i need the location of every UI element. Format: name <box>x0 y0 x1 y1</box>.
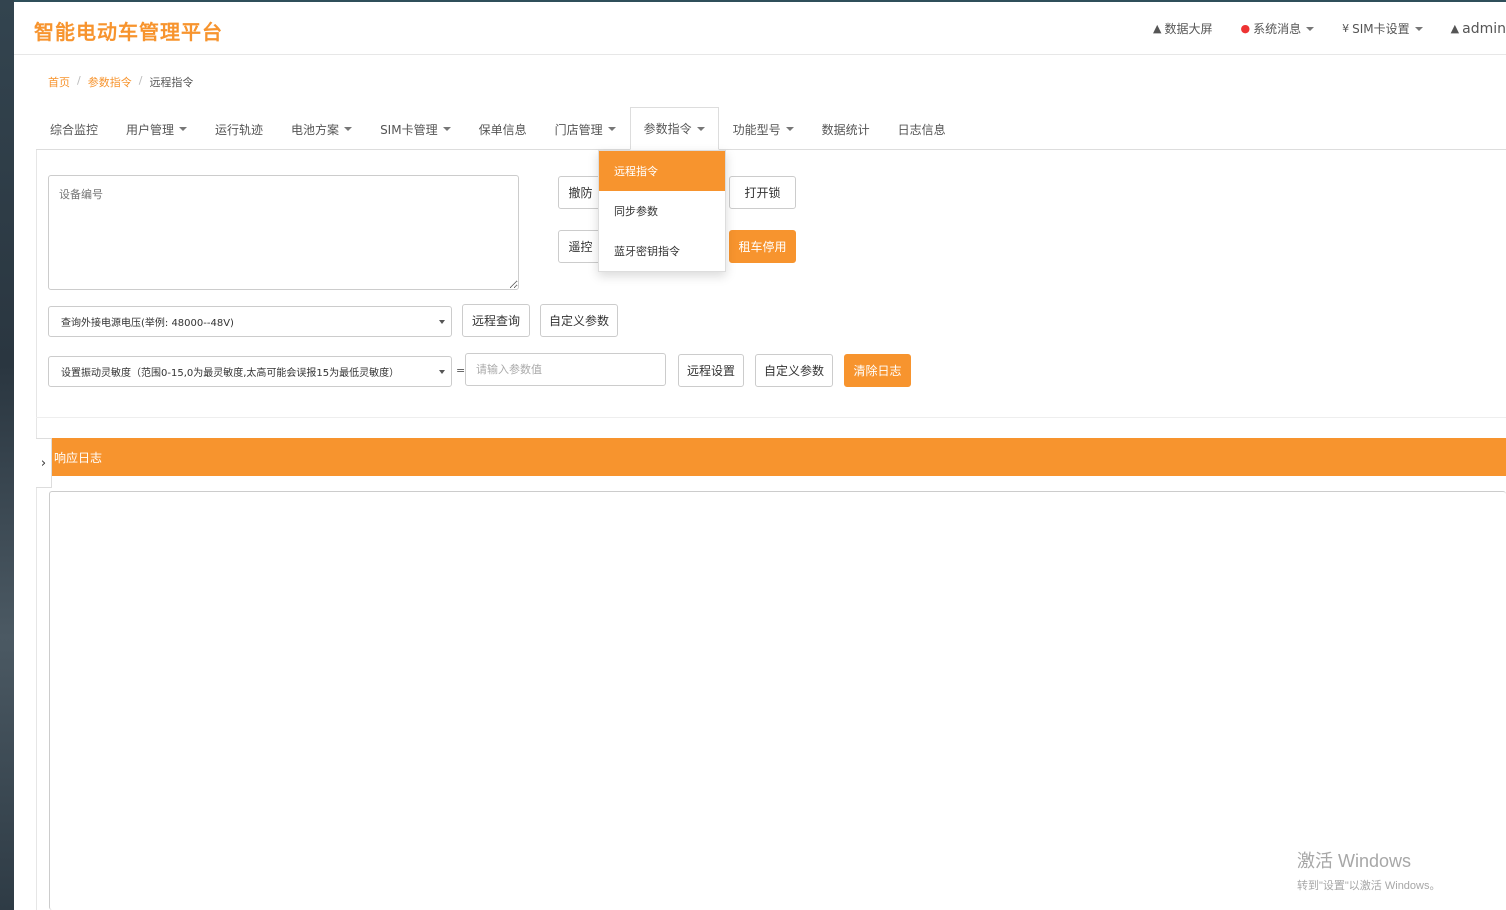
custom-params-button[interactable]: 自定义参数 <box>540 304 618 337</box>
query-param-select[interactable]: 查询外接电源电压(举例: 48000--48V) <box>48 306 452 337</box>
bell-icon: ● <box>1240 22 1251 35</box>
custom-params-button-2[interactable]: 自定义参数 <box>755 354 833 387</box>
response-log-area[interactable] <box>49 491 1506 910</box>
breadcrumb-current: 远程指令 <box>149 76 194 89</box>
chevron-right-icon[interactable]: › <box>36 438 52 488</box>
log-panel-header: 响应日志 <box>36 438 1506 476</box>
tab-models[interactable]: 功能型号 <box>719 107 808 150</box>
chevron-down-icon <box>1414 26 1423 31</box>
user-icon: ▲ <box>1450 22 1460 35</box>
unlock-button[interactable]: 打开锁 <box>729 176 796 209</box>
data-screen-link[interactable]: ▲ 数据大屏 <box>1153 20 1212 37</box>
tab-monitoring[interactable]: 综合监控 <box>36 107 112 150</box>
breadcrumb-separator: / <box>138 74 143 87</box>
chevron-down-icon <box>442 127 451 131</box>
app-title: 智能电动车管理平台 <box>34 20 223 44</box>
system-messages-menu[interactable]: ● 系统消息 <box>1241 20 1315 37</box>
clear-log-button[interactable]: 清除日志 <box>844 354 911 387</box>
app-window: 智能电动车管理平台 ▲ 数据大屏 ● 系统消息 ¥ SIM卡设置 ▲ admin <box>14 0 1506 910</box>
select-caret-icon <box>439 320 445 324</box>
content-left-border <box>36 150 37 910</box>
remote-button[interactable]: 遥控 <box>558 230 603 263</box>
watermark-subtitle: 转到"设置"以激活 Windows。 <box>1297 880 1441 892</box>
remote-set-button[interactable]: 远程设置 <box>678 354 744 387</box>
breadcrumb: 首页 / 参数指令 / 远程指令 <box>48 74 193 90</box>
device-id-textarea[interactable] <box>48 175 519 290</box>
tab-stores[interactable]: 门店管理 <box>541 107 630 150</box>
param-value-input[interactable] <box>465 353 666 386</box>
yen-icon: ¥ <box>1342 22 1350 35</box>
tab-statistics[interactable]: 数据统计 <box>808 107 884 150</box>
dropdown-item-bluetooth-key[interactable]: 蓝牙密钥指令 <box>599 231 725 271</box>
set-param-select[interactable]: 设置振动灵敏度（范围0-15,0为最灵敏度,太高可能会误报15为最低灵敏度） <box>48 356 452 387</box>
select-caret-icon <box>439 370 445 374</box>
top-header: 智能电动车管理平台 ▲ 数据大屏 ● 系统消息 ¥ SIM卡设置 ▲ admin <box>14 2 1506 55</box>
set-param-select-value: 设置振动灵敏度（范围0-15,0为最灵敏度,太高可能会误报15为最低灵敏度） <box>61 368 400 379</box>
dropdown-item-sync-params[interactable]: 同步参数 <box>599 191 725 231</box>
section-divider <box>36 417 1506 418</box>
chart-icon: ▲ <box>1153 22 1162 35</box>
log-panel-title: 响应日志 <box>54 450 103 465</box>
sim-settings-label: SIM卡设置 <box>1352 22 1410 36</box>
header-nav: ▲ 数据大屏 ● 系统消息 ¥ SIM卡设置 ▲ admin <box>1153 20 1506 37</box>
params-dropdown-menu: 远程指令 同步参数 蓝牙密钥指令 <box>598 150 726 272</box>
dropdown-item-remote-command[interactable]: 远程指令 <box>599 151 725 191</box>
chevron-down-icon <box>1306 26 1315 31</box>
data-screen-label: 数据大屏 <box>1164 22 1213 36</box>
disarm-button[interactable]: 撤防 <box>558 176 603 209</box>
chevron-down-icon <box>607 127 616 131</box>
chevron-down-icon <box>785 127 794 131</box>
chevron-down-icon <box>696 126 705 131</box>
breadcrumb-params[interactable]: 参数指令 <box>88 74 132 90</box>
tab-battery[interactable]: 电池方案 <box>277 107 366 150</box>
breadcrumb-home[interactable]: 首页 <box>48 74 70 90</box>
tab-tracks[interactable]: 运行轨迹 <box>201 107 277 150</box>
breadcrumb-separator: / <box>77 74 81 87</box>
user-menu[interactable]: ▲ admin <box>1451 21 1506 37</box>
windows-activation-watermark: 激活 Windows 转到"设置"以激活 Windows。 <box>1297 847 1441 893</box>
user-label: admin <box>1462 20 1506 37</box>
sim-settings-menu[interactable]: ¥ SIM卡设置 <box>1342 20 1423 37</box>
tab-logs[interactable]: 日志信息 <box>884 107 960 150</box>
remote-query-button[interactable]: 远程查询 <box>462 304 530 337</box>
rental-disable-button[interactable]: 租车停用 <box>729 230 796 263</box>
query-param-select-value: 查询外接电源电压(举例: 48000--48V) <box>61 318 234 329</box>
tab-users[interactable]: 用户管理 <box>112 107 201 150</box>
tab-params[interactable]: 参数指令 <box>629 107 719 150</box>
main-nav-tabs: 综合监控 用户管理 运行轨迹 电池方案 SIM卡管理 保单信息 门店管理 参数指… <box>36 107 1506 150</box>
system-messages-label: 系统消息 <box>1253 22 1302 36</box>
watermark-title: 激活 Windows <box>1297 851 1412 871</box>
chevron-down-icon <box>179 127 188 131</box>
chevron-down-icon <box>344 127 353 131</box>
equals-sign: = <box>456 364 466 377</box>
tab-sim[interactable]: SIM卡管理 <box>366 107 465 150</box>
desktop-background <box>0 0 14 910</box>
tab-policy[interactable]: 保单信息 <box>465 107 541 150</box>
